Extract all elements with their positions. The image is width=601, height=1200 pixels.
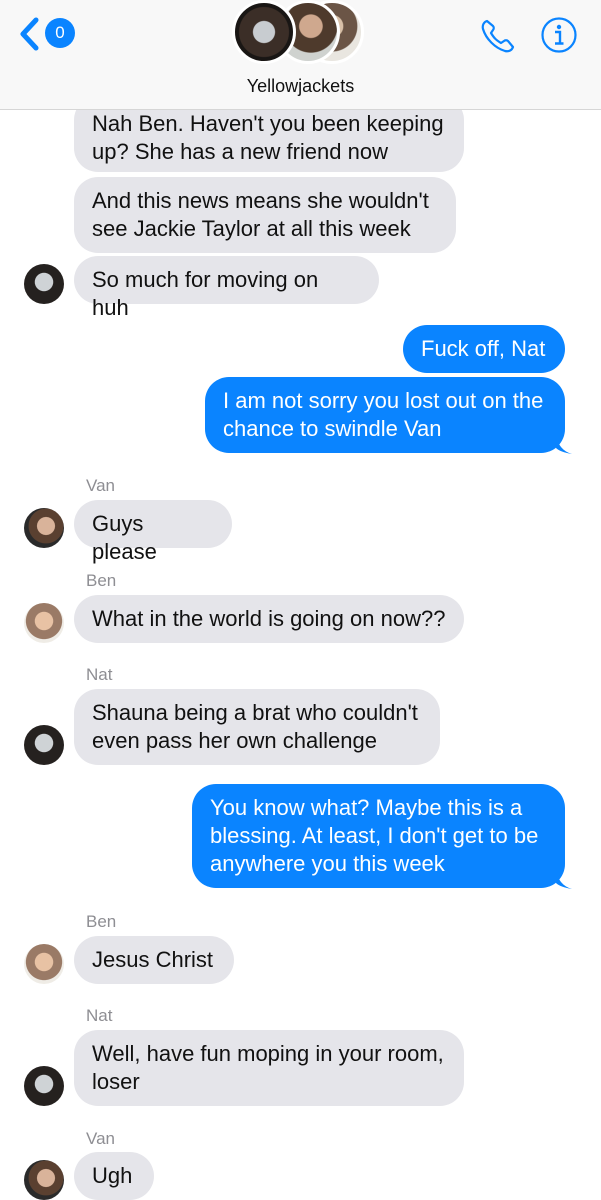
phone-icon[interactable] — [478, 16, 518, 56]
avatar-ben[interactable] — [24, 944, 64, 984]
message-bubble-outgoing[interactable]: I am not sorry you lost out on the chanc… — [205, 377, 565, 453]
sender-name: Van — [86, 1129, 115, 1148]
avatar-van[interactable] — [24, 1160, 64, 1200]
message-bubble-incoming[interactable]: Jesus Christ — [74, 936, 234, 984]
info-icon[interactable] — [540, 16, 578, 54]
avatar-nat[interactable] — [24, 1066, 64, 1106]
message-bubble-incoming[interactable]: Well, have fun moping in your room, lose… — [74, 1030, 464, 1106]
sender-name: Nat — [86, 665, 113, 684]
message-bubble-outgoing[interactable]: Fuck off, Nat — [403, 325, 565, 373]
avatar-ben[interactable] — [24, 603, 64, 643]
avatar-nat[interactable] — [24, 725, 64, 765]
sender-name: Van — [86, 476, 115, 495]
message-bubble-incoming[interactable]: And this news means she wouldn't see Jac… — [74, 177, 456, 253]
sender-name: Ben — [86, 571, 117, 590]
message-bubble-outgoing[interactable]: You know what? Maybe this is a blessing.… — [192, 784, 565, 888]
sender-name: Ben — [86, 912, 117, 931]
message-bubble-incoming[interactable]: Guys please — [74, 500, 232, 564]
back-button[interactable]: 0 — [18, 16, 78, 52]
message-bubble-incoming[interactable]: What in the world is going on now?? — [74, 595, 464, 643]
group-avatar-stack[interactable] — [232, 0, 372, 66]
chevron-left-icon — [20, 17, 39, 51]
group-avatar-1 — [232, 0, 296, 64]
message-bubble-incoming[interactable]: Shauna being a brat who couldn't even pa… — [74, 689, 440, 765]
avatar-van[interactable] — [24, 508, 64, 548]
message-list[interactable]: Nah Ben. Haven't you been keeping up? Sh… — [0, 0, 601, 1200]
bubble-tail-icon — [556, 434, 572, 454]
avatar-nat[interactable] — [24, 264, 64, 304]
conversation-title[interactable]: Yellowjackets — [0, 76, 601, 97]
message-bubble-incoming[interactable]: So much for moving on huh — [74, 256, 379, 320]
message-bubble-incoming[interactable]: Ugh — [74, 1152, 154, 1200]
conversation-header: 0 Yellowjackets — [0, 0, 601, 110]
unread-count-badge: 0 — [45, 18, 75, 48]
bubble-tail-icon — [556, 869, 572, 889]
sender-name: Nat — [86, 1006, 113, 1025]
